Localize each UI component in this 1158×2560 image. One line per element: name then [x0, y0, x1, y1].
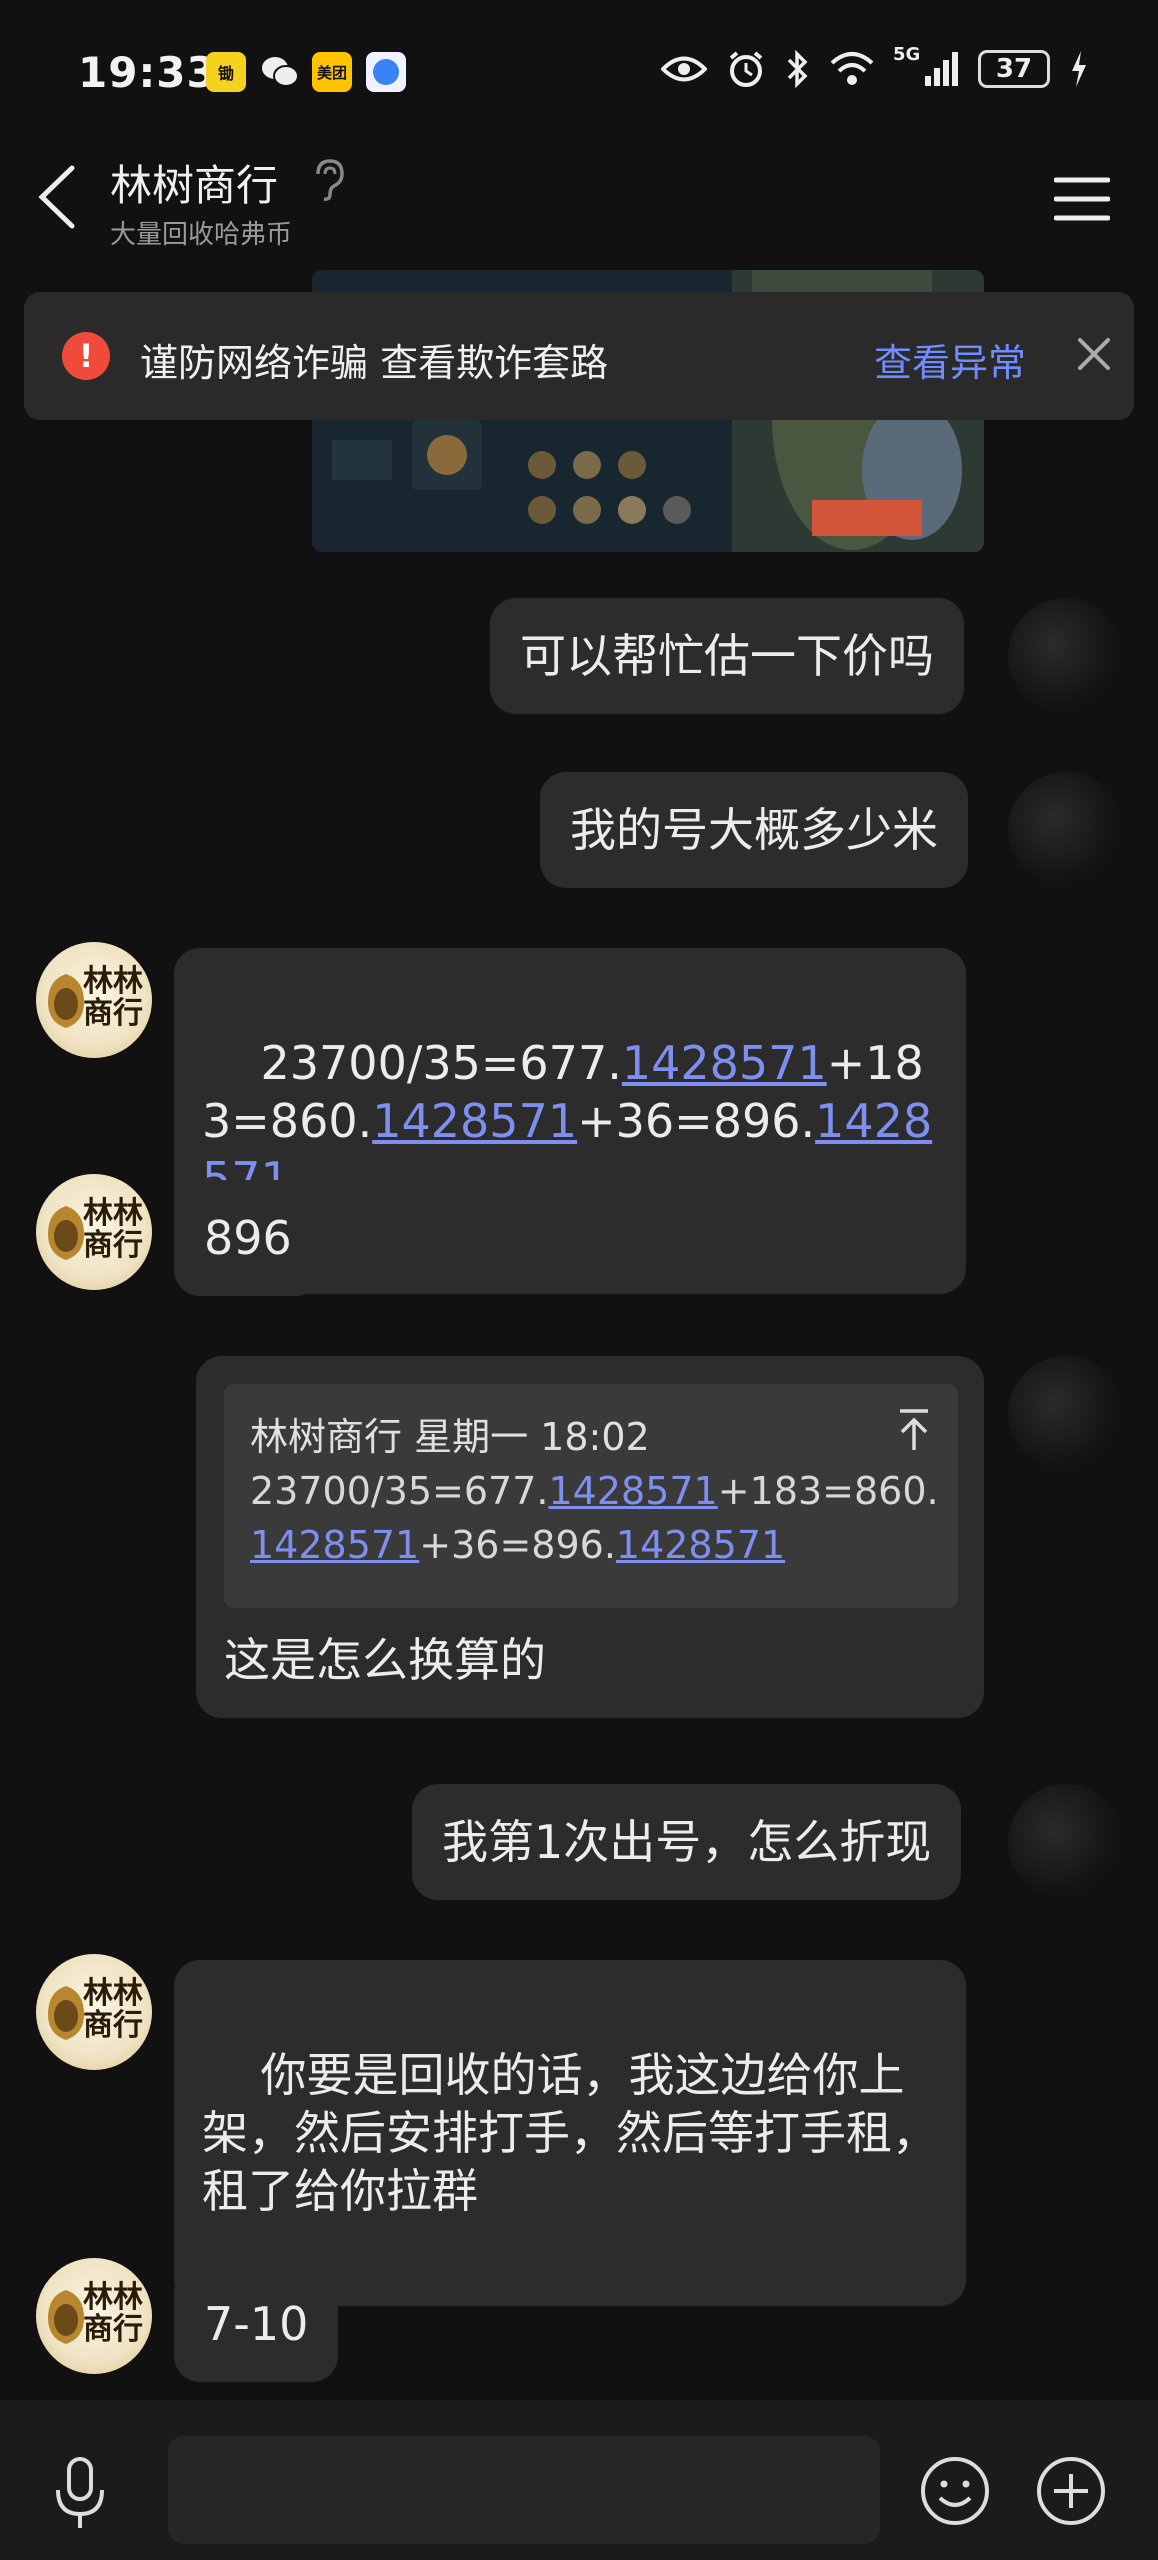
ear-icon[interactable]: [312, 158, 346, 202]
contact-avatar[interactable]: 林林 商行: [36, 1174, 152, 1290]
warning-text: 谨防网络诈骗 查看欺诈套路: [140, 341, 609, 385]
smiley-icon: [921, 2457, 989, 2525]
message-bubble-sent[interactable]: 可以帮忙估一下价吗: [490, 598, 964, 714]
quote-header: 林树商行 星期一 18:02: [250, 1415, 650, 1459]
chat-header: 林树商行 大量回收哈弗币: [0, 140, 1158, 260]
message-text: 7-10: [204, 2297, 309, 2351]
avatar-text-line1: 林林: [83, 1976, 143, 2011]
chat-message-list[interactable]: 可以帮忙估一下价吗 我的号大概多少米 林林 商行 23700/35=677.14…: [0, 260, 1158, 2400]
avatar-text-line2: 商行: [83, 2008, 143, 2043]
avatar-text-line1: 林林: [83, 1196, 143, 1231]
phone-number-link[interactable]: 1428571: [622, 1036, 827, 1090]
view-anomaly-link[interactable]: 查看异常: [874, 332, 1026, 387]
voice-input-button[interactable]: [50, 2456, 110, 2532]
wechat-icon: [260, 52, 300, 92]
calc-text: 23700/35=677.: [260, 1036, 622, 1090]
message-bubble-received[interactable]: 896: [174, 1180, 322, 1296]
menu-button[interactable]: [1053, 176, 1111, 222]
app-icon-blue: [366, 52, 406, 92]
status-indicators: 5G 37: [661, 44, 1088, 88]
my-avatar[interactable]: [1008, 772, 1124, 888]
quote-text: 23700/35=677.: [250, 1469, 549, 1513]
eye-icon: [661, 56, 707, 82]
message-bubble-sent[interactable]: 我的号大概多少米: [540, 772, 968, 888]
wifi-icon: [830, 52, 874, 85]
warning-icon: !: [62, 332, 110, 380]
quoted-message[interactable]: 林树商行 星期一 18:02 23700/35=677.1428571+183=…: [224, 1384, 958, 1608]
close-icon: [1078, 338, 1110, 370]
app-icon-yellow: 锄: [206, 52, 246, 92]
calc-text: +36=896.: [577, 1094, 816, 1148]
message-text: 我的号大概多少米: [570, 803, 938, 857]
avatar-text-line1: 林林: [83, 964, 143, 999]
contact-avatar[interactable]: 林林 商行: [36, 1954, 152, 2070]
battery-indicator: 37: [978, 50, 1050, 88]
avatar-text-line2: 商行: [83, 2312, 143, 2347]
message-input[interactable]: [168, 2436, 880, 2544]
bluetooth-icon: [787, 50, 808, 88]
message-text: 你要是回收的话，我这边给你上架，然后安排打手，然后等打手租，租了给你拉群: [202, 2048, 938, 2218]
message-text: 我第1次出号，怎么折现: [442, 1815, 932, 1869]
plus-icon: [1037, 2457, 1105, 2525]
message-text: 896: [204, 1211, 292, 1265]
jump-to-original-icon[interactable]: [896, 1408, 932, 1452]
quote-text: +36=896.: [419, 1523, 616, 1567]
network-type: 5G: [893, 44, 921, 65]
chat-input-bar: [0, 2400, 1158, 2560]
message-bubble-received[interactable]: 你要是回收的话，我这边给你上架，然后安排打手，然后等打手租，租了给你拉群: [174, 1960, 966, 2306]
chevron-left-icon: [38, 165, 75, 229]
hamburger-icon: [1053, 177, 1111, 221]
contact-avatar[interactable]: 林林 商行: [36, 2258, 152, 2374]
chat-title[interactable]: 林树商行: [110, 152, 278, 213]
message-bubble-quote-reply[interactable]: 林树商行 星期一 18:02 23700/35=677.1428571+183=…: [196, 1356, 984, 1718]
quote-body: 23700/35=677.1428571+183=860.1428571+36=…: [250, 1464, 940, 1572]
my-avatar[interactable]: [1008, 1356, 1124, 1472]
status-time: 19:33: [78, 48, 217, 97]
avatar-text-line1: 林林: [83, 2280, 143, 2315]
meituan-icon: 美团: [312, 52, 352, 92]
message-text: 这是怎么换算的: [224, 1633, 546, 1687]
contact-avatar[interactable]: 林林 商行: [36, 942, 152, 1058]
my-avatar[interactable]: [1008, 598, 1124, 714]
phone-number-link[interactable]: 1428571: [616, 1523, 785, 1567]
quote-text: +183=860.: [717, 1469, 939, 1513]
message-text: 可以帮忙估一下价吗: [520, 629, 934, 683]
back-button[interactable]: [34, 162, 94, 242]
message-bubble-received[interactable]: 7-10: [174, 2266, 339, 2382]
more-actions-button[interactable]: [1034, 2454, 1108, 2528]
charging-icon: [1072, 51, 1086, 87]
phone-number-link[interactable]: 1428571: [372, 1094, 577, 1148]
phone-number-link[interactable]: 1428571: [250, 1523, 419, 1567]
fraud-warning-banner[interactable]: ! 谨防网络诈骗 查看欺诈套路 查看异常: [24, 292, 1134, 420]
alarm-icon: [729, 51, 763, 87]
microphone-icon: [56, 2457, 104, 2528]
avatar-text-line2: 商行: [83, 996, 143, 1031]
close-banner-button[interactable]: [1068, 328, 1120, 380]
signal-icon: 5G: [893, 44, 958, 86]
chat-subtitle: 大量回收哈弗币: [110, 220, 293, 250]
phone-number-link[interactable]: 1428571: [549, 1469, 718, 1513]
message-bubble-sent[interactable]: 我第1次出号，怎么折现: [412, 1784, 962, 1900]
emoji-button[interactable]: [918, 2454, 992, 2528]
my-avatar[interactable]: [1008, 1784, 1124, 1900]
status-bar: 19:33 锄 美团 5G 37: [0, 0, 1158, 140]
avatar-text-line2: 商行: [83, 1228, 143, 1263]
